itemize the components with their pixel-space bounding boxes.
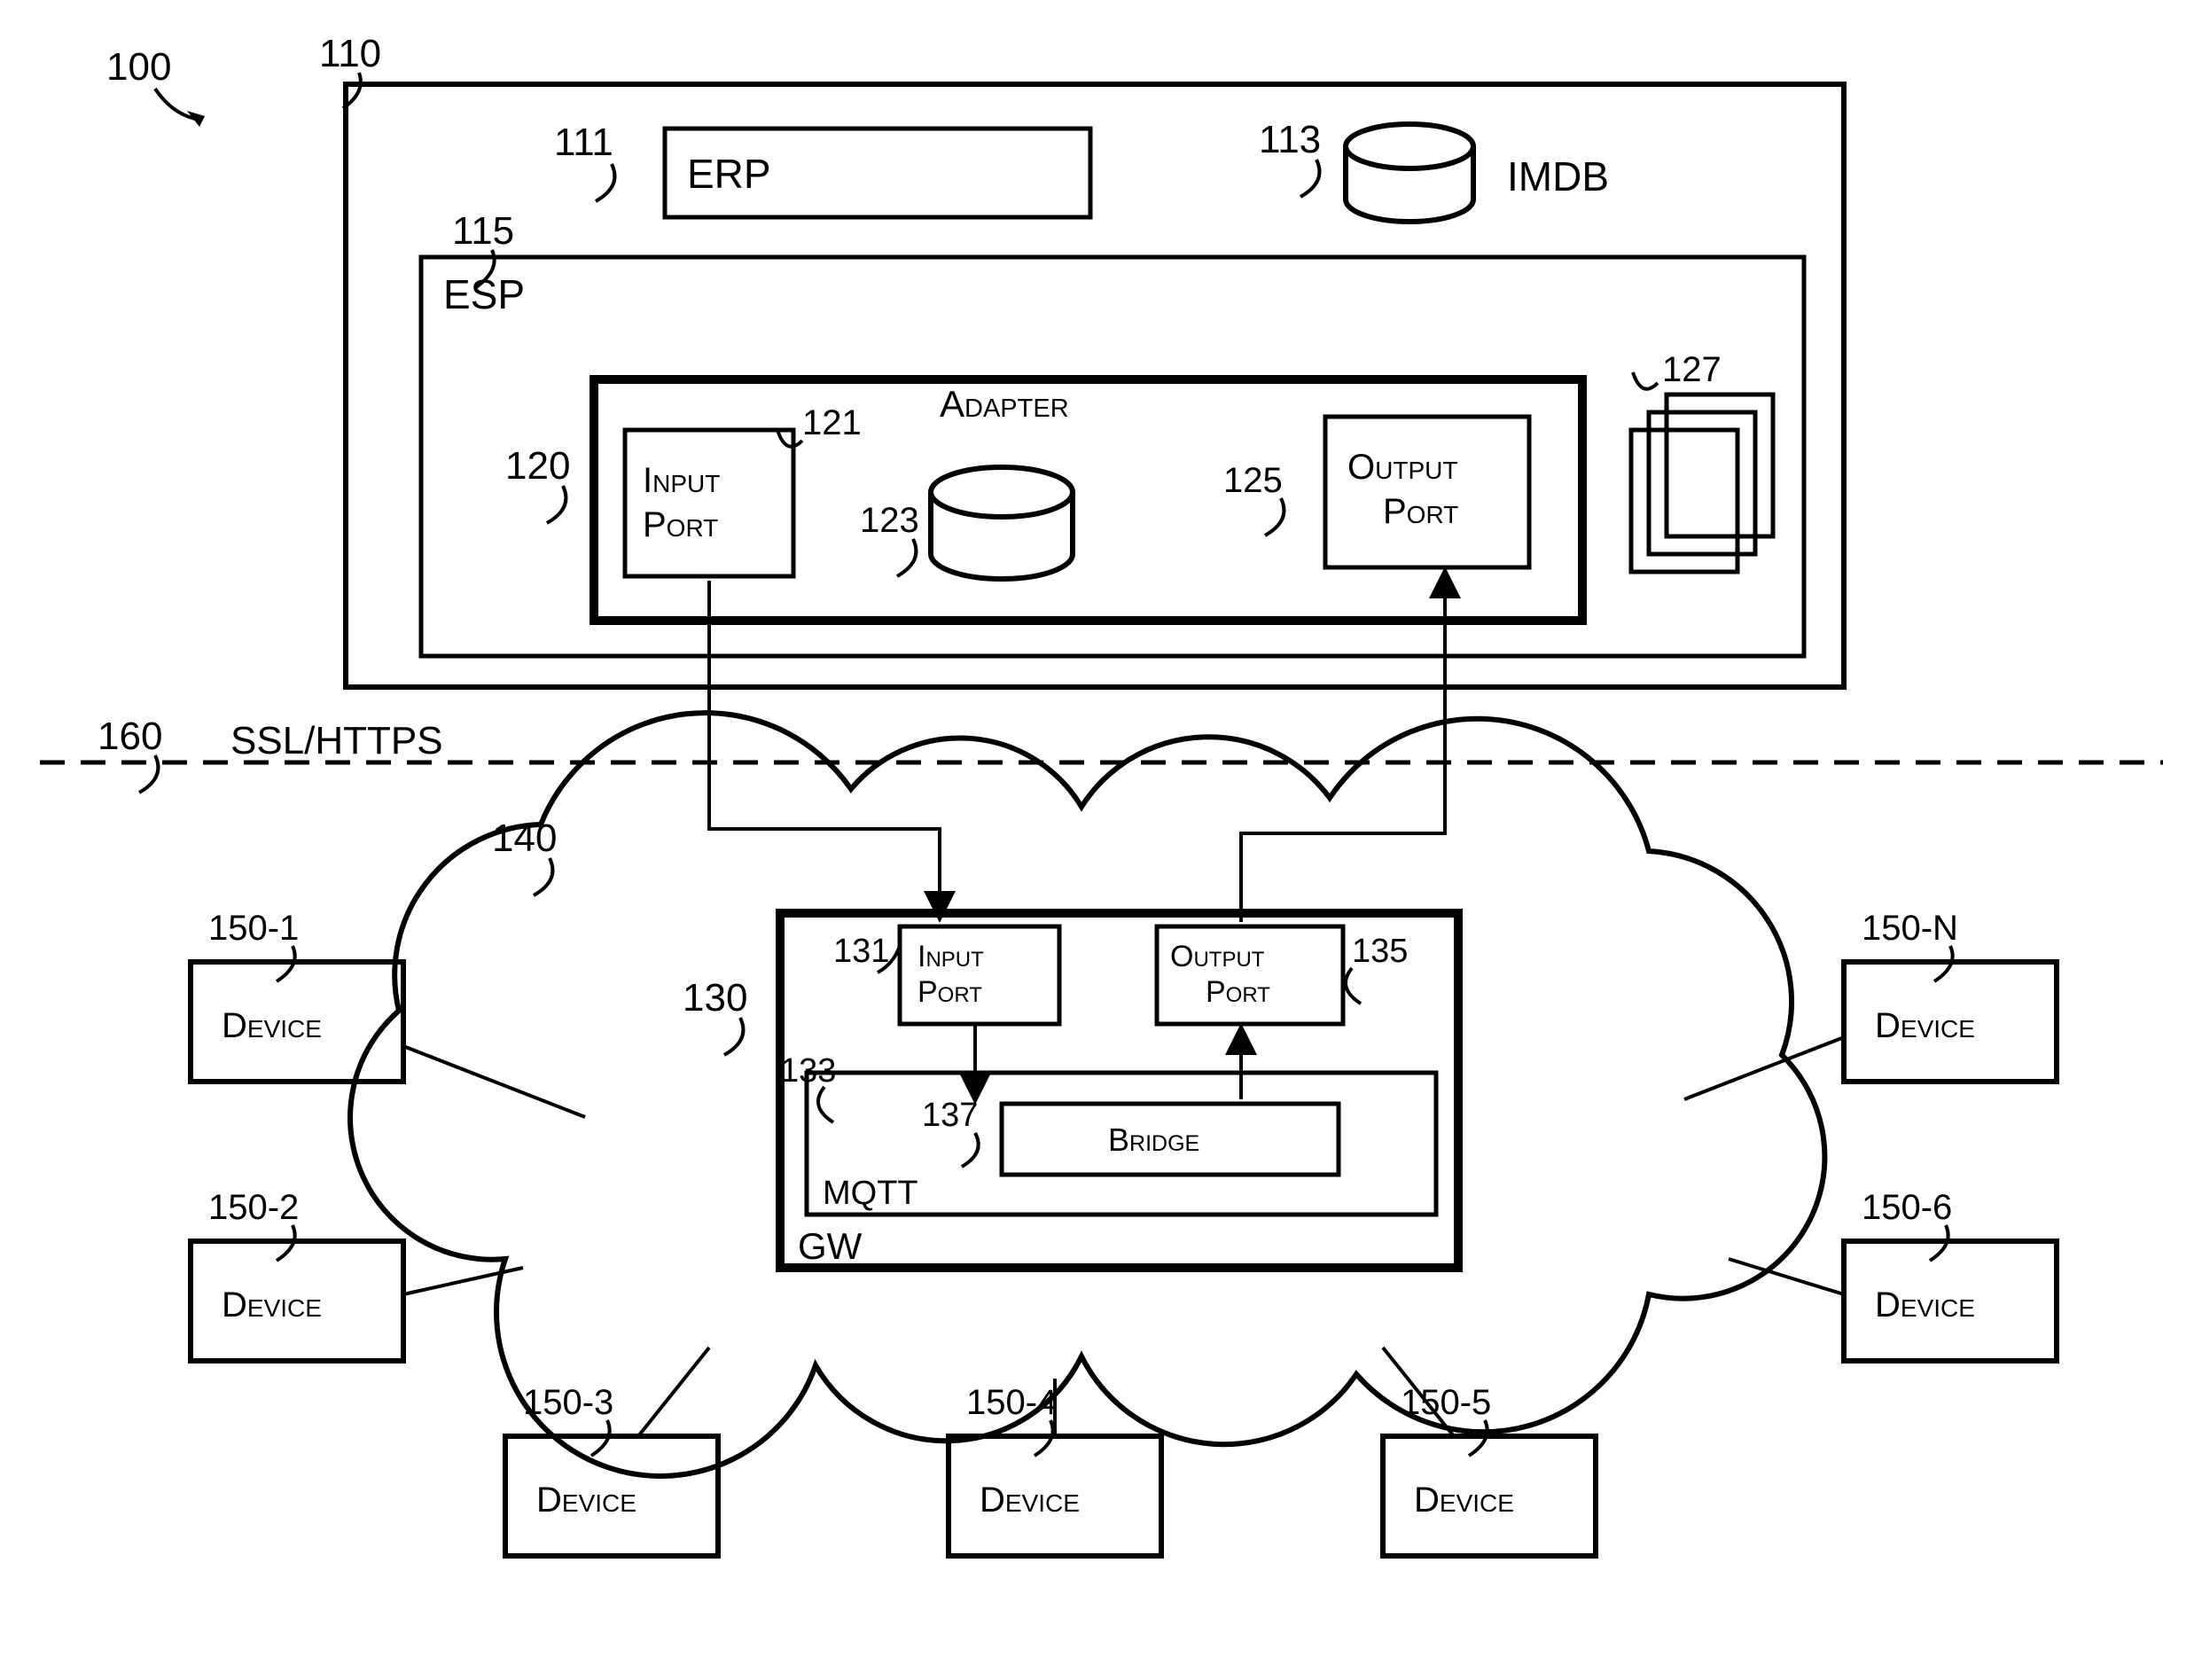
esp-output-l1: Output (1347, 448, 1457, 487)
cloud (350, 713, 1824, 1476)
device-3: Device 150-3 (505, 1348, 718, 1556)
gw-input-l2: Port (918, 975, 982, 1009)
ref-150-1: 150-1 (208, 909, 299, 948)
ref-100: 100 (106, 45, 205, 127)
output-stack (1631, 395, 1773, 572)
bridge-label: Bridge (1108, 1121, 1199, 1158)
esp-input-l1: Input (643, 461, 720, 500)
ref-113-text: 113 (1259, 118, 1321, 161)
ref-131: 131 (833, 933, 900, 973)
ref-123: 123 (860, 501, 919, 576)
device-6: Device 150-6 (1729, 1188, 2057, 1361)
ref-135-text: 135 (1352, 933, 1408, 970)
ref-125-text: 125 (1223, 461, 1283, 500)
ref-121-text: 121 (802, 403, 862, 442)
ref-111: 111 (554, 121, 614, 201)
device-5: Device 150-5 (1383, 1348, 1596, 1556)
device-4: Device 150-4 (949, 1379, 1161, 1556)
ref-137: 137 (922, 1097, 979, 1167)
device-1: Device 150-1 (191, 909, 585, 1117)
ref-140-text: 140 (492, 817, 557, 860)
esp-input-l2: Port (643, 505, 718, 544)
ref-130: 130 (683, 976, 747, 1055)
ref-120: 120 (505, 444, 570, 523)
device-n-label: Device (1875, 1006, 1975, 1045)
ref-115-text: 115 (452, 209, 514, 253)
ref-150-4: 150-4 (966, 1383, 1057, 1422)
device-6-label: Device (1875, 1285, 1975, 1324)
ref-160: 160 (98, 715, 162, 793)
device-3-label: Device (536, 1481, 636, 1520)
ref-150-3: 150-3 (523, 1383, 613, 1422)
ref-125: 125 (1223, 461, 1284, 535)
ref-127: 127 (1633, 350, 1722, 389)
ref-131-text: 131 (833, 933, 889, 970)
device-n: Device 150-N (1684, 909, 2057, 1099)
gw-label: GW (798, 1225, 863, 1267)
imdb-label: IMDB (1507, 153, 1609, 199)
ref-133-text: 133 (780, 1052, 836, 1090)
ref-110-text: 110 (319, 32, 381, 75)
ref-113: 113 (1259, 118, 1321, 197)
esp-input-port (625, 430, 793, 576)
ref-160-text: 160 (98, 715, 162, 758)
esp-box (421, 257, 1804, 656)
ref-123-text: 123 (860, 501, 919, 540)
ref-150-6: 150-6 (1862, 1188, 1952, 1227)
mqtt-label: MQTT (823, 1175, 918, 1212)
gw-output-l1: Output (1170, 940, 1265, 973)
ref-127-text: 127 (1662, 350, 1722, 389)
esp-output-l2: Port (1383, 492, 1458, 531)
device-2: Device 150-2 (191, 1188, 523, 1361)
container-110 (346, 84, 1844, 687)
imdb-cylinder (1346, 124, 1473, 222)
erp-label: ERP (687, 151, 771, 197)
ssl-label: SSL/HTTPS (230, 719, 443, 762)
adapter-cylinder (931, 467, 1073, 579)
device-5-label: Device (1414, 1481, 1514, 1520)
ref-135: 135 (1346, 933, 1408, 1004)
adapter-label: Adapter (940, 383, 1069, 425)
device-1-label: Device (222, 1006, 322, 1045)
gw-output-l2: Port (1206, 975, 1270, 1009)
device-4-label: Device (980, 1481, 1080, 1520)
diagram-canvas: 100 110 ERP 111 IMDB 113 ESP 115 Adapter… (0, 0, 2202, 1680)
ref-140: 140 (492, 817, 557, 895)
ref-121: 121 (777, 403, 862, 447)
ref-137-text: 137 (922, 1097, 978, 1134)
ref-111-text: 111 (554, 121, 613, 164)
device-2-label: Device (222, 1285, 322, 1324)
gw-input-l1: Input (918, 940, 984, 973)
ref-150-n: 150-N (1862, 909, 1958, 948)
ref-120-text: 120 (505, 444, 570, 488)
ref-100-text: 100 (106, 45, 171, 89)
ref-150-2: 150-2 (208, 1188, 299, 1227)
ref-130-text: 130 (683, 976, 747, 1020)
ref-110: 110 (319, 32, 381, 108)
